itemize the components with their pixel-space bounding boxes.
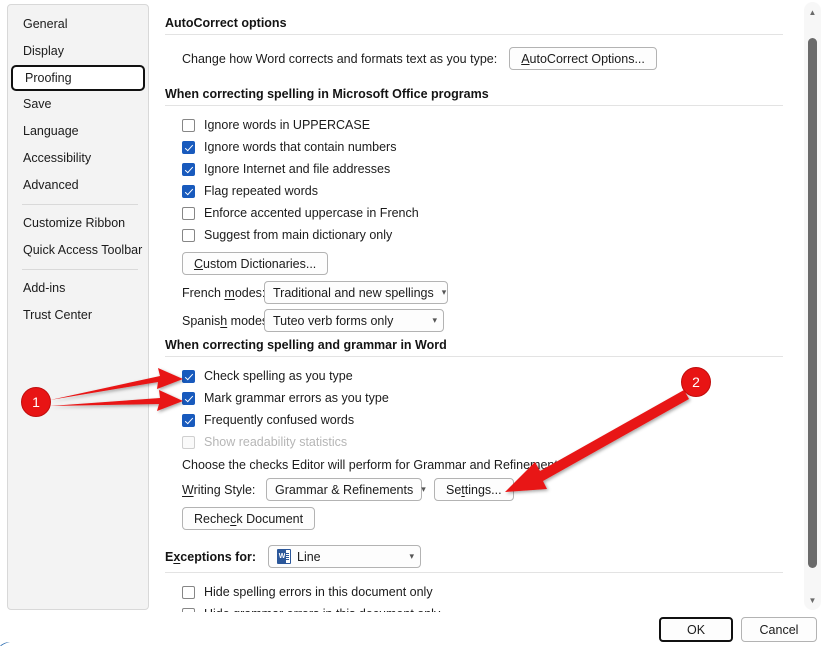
proofing-options-pane: AutoCorrect options Change how Word corr…	[165, 0, 799, 612]
office-spelling-section: When correcting spelling in Microsoft Of…	[165, 87, 799, 332]
sidebar-item-display[interactable]: Display	[8, 38, 148, 65]
checkbox-row-enforce-accented-uppercase[interactable]: Enforce accented uppercase in French	[182, 202, 799, 224]
custom-dictionaries-button[interactable]: Custom Dictionaries...	[182, 252, 328, 275]
checkbox-row-show-readability-statistics: Show readability statistics	[182, 431, 799, 453]
checkbox-label-enforce-accented-uppercase: Enforce accented uppercase in French	[204, 206, 419, 220]
exceptions-rule	[165, 572, 783, 573]
french-modes-value: Traditional and new spellings	[273, 286, 434, 300]
checkbox-ignore-uppercase[interactable]	[182, 119, 195, 132]
autocorrect-rule	[165, 34, 783, 35]
checkbox-label-mark-grammar-errors: Mark grammar errors as you type	[204, 391, 389, 405]
exceptions-heading: Exceptions for:	[165, 550, 256, 564]
office-spelling-rule	[165, 105, 783, 106]
sidebar-item-advanced[interactable]: Advanced	[8, 172, 148, 199]
spanish-modes-select[interactable]: Tuteo verb forms only ▾	[264, 309, 444, 332]
word-grammar-heading: When correcting spelling and grammar in …	[165, 338, 799, 356]
spanish-modes-label: Spanish modes:	[182, 314, 264, 328]
checkbox-label-ignore-numbers: Ignore words that contain numbers	[204, 140, 396, 154]
scroll-up-arrow-icon[interactable]: ▲	[804, 4, 821, 20]
sidebar-item-save[interactable]: Save	[8, 91, 148, 118]
sidebar-item-customize-ribbon[interactable]: Customize Ribbon	[8, 210, 148, 237]
chevron-down-icon: ▾	[442, 288, 447, 297]
checkbox-check-spelling-as-you-type[interactable]	[182, 370, 195, 383]
checkbox-row-ignore-internet-addresses[interactable]: Ignore Internet and file addresses	[182, 158, 799, 180]
checkbox-row-flag-repeated-words[interactable]: Flag repeated words	[182, 180, 799, 202]
decorative-corner-mark	[0, 633, 13, 646]
annotation-callout-1: 1	[21, 387, 51, 417]
checkbox-label-ignore-uppercase: Ignore words in UPPERCASE	[204, 118, 370, 132]
autocorrect-options-button-label: utoCorrect Options...	[530, 52, 645, 66]
checkbox-row-ignore-uppercase[interactable]: Ignore words in UPPERCASE	[182, 114, 799, 136]
checkbox-label-flag-repeated-words: Flag repeated words	[204, 184, 318, 198]
sidebar-item-accessibility[interactable]: Accessibility	[8, 145, 148, 172]
word-grammar-section: When correcting spelling and grammar in …	[165, 338, 799, 530]
chevron-down-icon: ▾	[432, 316, 437, 325]
checkbox-ignore-numbers[interactable]	[182, 141, 195, 154]
grammar-settings-button[interactable]: Settings...	[434, 478, 514, 501]
writing-style-select[interactable]: Grammar & Refinements ▾	[266, 478, 422, 501]
scroll-down-arrow-icon[interactable]: ▼	[804, 592, 821, 608]
sidebar-item-add-ins[interactable]: Add-ins	[8, 275, 148, 302]
ok-button[interactable]: OK	[659, 617, 733, 642]
checkbox-row-hide-grammar-errors[interactable]: Hide grammar errors in this document onl…	[182, 603, 799, 612]
sidebar-item-proofing[interactable]: Proofing	[11, 65, 145, 91]
checkbox-flag-repeated-words[interactable]	[182, 185, 195, 198]
checkbox-suggest-main-dictionary[interactable]	[182, 229, 195, 242]
word-grammar-rule	[165, 356, 783, 357]
french-modes-label: French modes:	[182, 286, 264, 300]
autocorrect-section: AutoCorrect options Change how Word corr…	[165, 16, 799, 70]
checkbox-frequently-confused-words[interactable]	[182, 414, 195, 427]
recheck-document-button[interactable]: Recheck Document	[182, 507, 315, 530]
checkbox-show-readability-statistics	[182, 436, 195, 449]
sidebar-item-trust-center[interactable]: Trust Center	[8, 302, 148, 329]
sidebar-item-quick-access-toolbar[interactable]: Quick Access Toolbar	[8, 237, 148, 264]
french-modes-select[interactable]: Traditional and new spellings ▾	[264, 281, 448, 304]
checkbox-enforce-accented-uppercase[interactable]	[182, 207, 195, 220]
chevron-down-icon: ▾	[421, 485, 426, 494]
chevron-down-icon: ▾	[409, 552, 414, 561]
scrollbar-thumb[interactable]	[808, 38, 817, 568]
spanish-modes-value: Tuteo verb forms only	[273, 314, 424, 328]
checkbox-row-frequently-confused-words[interactable]: Frequently confused words	[182, 409, 799, 431]
autocorrect-options-button[interactable]: AutoCorrect Options...	[509, 47, 657, 70]
custom-dictionaries-button-label: ustom Dictionaries...	[203, 257, 316, 271]
annotation-callout-2: 2	[681, 367, 711, 397]
checkbox-label-frequently-confused-words: Frequently confused words	[204, 413, 354, 427]
options-category-sidebar: General Display Proofing Save Language A…	[7, 4, 149, 610]
sidebar-item-language[interactable]: Language	[8, 118, 148, 145]
checkbox-label-ignore-internet-addresses: Ignore Internet and file addresses	[204, 162, 390, 176]
exceptions-section: Exceptions for: Line ▾ Hide spelling err…	[165, 545, 799, 612]
writing-style-value: Grammar & Refinements	[275, 483, 413, 497]
checkbox-mark-grammar-errors[interactable]	[182, 392, 195, 405]
autocorrect-description: Change how Word corrects and formats tex…	[182, 52, 497, 66]
dialog-footer: OK Cancel	[0, 612, 824, 646]
word-options-proofing-dialog: General Display Proofing Save Language A…	[0, 0, 824, 646]
sidebar-item-general[interactable]: General	[8, 11, 148, 38]
checkbox-row-hide-spelling-errors[interactable]: Hide spelling errors in this document on…	[182, 581, 799, 603]
checkbox-label-suggest-main-dictionary: Suggest from main dictionary only	[204, 228, 392, 242]
checkbox-label-hide-spelling-errors: Hide spelling errors in this document on…	[204, 585, 433, 599]
checkbox-ignore-internet-addresses[interactable]	[182, 163, 195, 176]
checkbox-label-check-spelling-as-you-type: Check spelling as you type	[204, 369, 353, 383]
checkbox-row-suggest-main-dictionary[interactable]: Suggest from main dictionary only	[182, 224, 799, 246]
exceptions-document-select[interactable]: Line ▾	[268, 545, 421, 568]
checkbox-label-show-readability-statistics: Show readability statistics	[204, 435, 347, 449]
vertical-scrollbar[interactable]: ▲ ▼	[804, 2, 821, 610]
choose-checks-description: Choose the checks Editor will perform fo…	[182, 458, 799, 472]
sidebar-divider-1	[22, 204, 138, 205]
checkbox-hide-spelling-errors[interactable]	[182, 586, 195, 599]
word-document-icon	[277, 549, 291, 564]
autocorrect-heading: AutoCorrect options	[165, 16, 799, 34]
sidebar-divider-2	[22, 269, 138, 270]
office-spelling-heading: When correcting spelling in Microsoft Of…	[165, 87, 799, 105]
cancel-button[interactable]: Cancel	[741, 617, 817, 642]
exceptions-document-value: Line	[297, 550, 401, 564]
writing-style-label: Writing Style:	[182, 483, 266, 497]
checkbox-row-ignore-numbers[interactable]: Ignore words that contain numbers	[182, 136, 799, 158]
